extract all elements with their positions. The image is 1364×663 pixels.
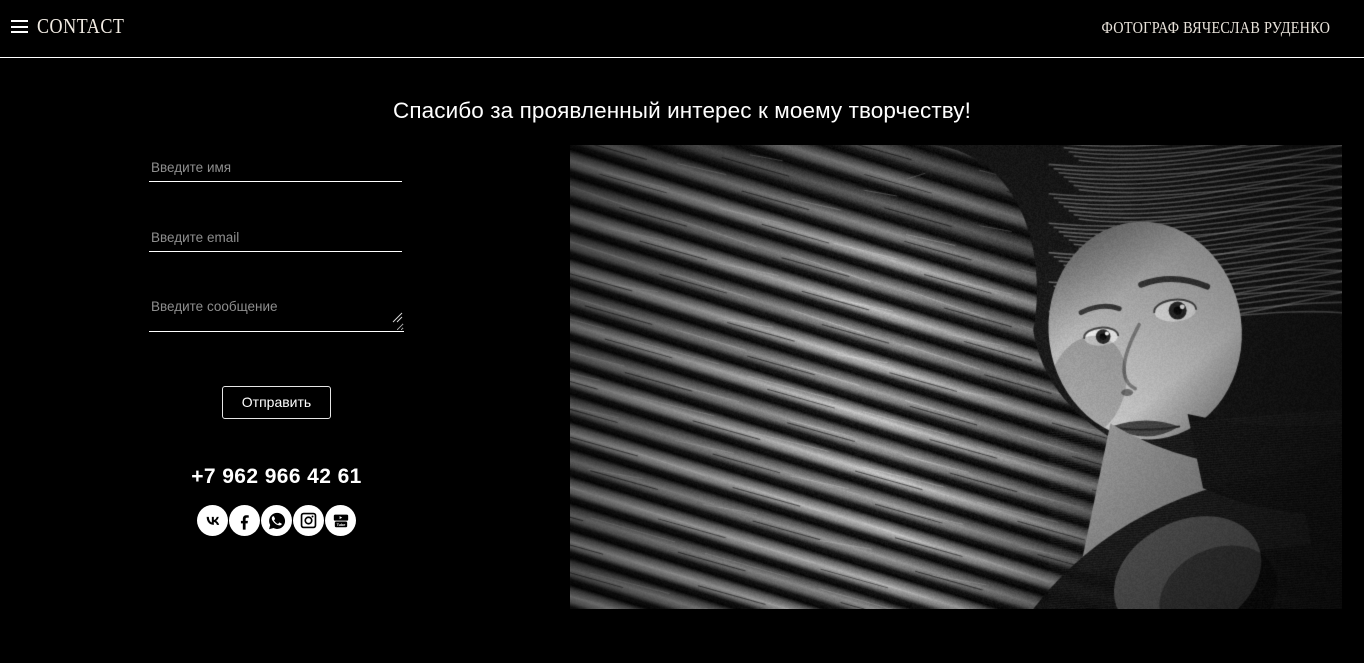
portrait-photo: [570, 145, 1342, 609]
page-title: Спасибо за проявленный интерес к моему т…: [0, 98, 1364, 124]
site-title[interactable]: ФОТОГРАФ ВЯЧЕСЛАВ РУДЕНКО: [1101, 19, 1330, 36]
field-spacer: [149, 252, 404, 299]
hero-photo: [570, 145, 1342, 609]
phone-number[interactable]: +7 962 966 42 61: [149, 465, 404, 489]
hamburger-menu-icon[interactable]: [11, 20, 28, 33]
menu-toggle[interactable]: CONTACT: [11, 16, 139, 37]
submit-button[interactable]: Отправить: [222, 386, 331, 419]
whatsapp-icon[interactable]: [261, 505, 292, 536]
site-header: CONTACT ФОТОГРАФ ВЯЧЕСЛАВ РУДЕНКО: [0, 0, 1364, 58]
svg-text:Tube: Tube: [336, 522, 345, 526]
facebook-icon[interactable]: [229, 505, 260, 536]
name-field-group: [149, 160, 404, 182]
contact-form: Отправить +7 962 966 42 61: [149, 160, 404, 536]
instagram-icon[interactable]: [293, 505, 324, 536]
youtube-icon[interactable]: Tube: [325, 505, 356, 536]
field-spacer: [149, 182, 404, 230]
social-links: Tube: [149, 505, 404, 536]
email-field-group: [149, 230, 404, 252]
vk-icon[interactable]: [197, 505, 228, 536]
message-field-group: [149, 299, 404, 332]
submit-row: Отправить: [149, 386, 404, 419]
message-textarea[interactable]: [149, 299, 404, 332]
menu-label: CONTACT: [37, 16, 124, 37]
name-input[interactable]: [149, 160, 402, 182]
email-input[interactable]: [149, 230, 402, 252]
